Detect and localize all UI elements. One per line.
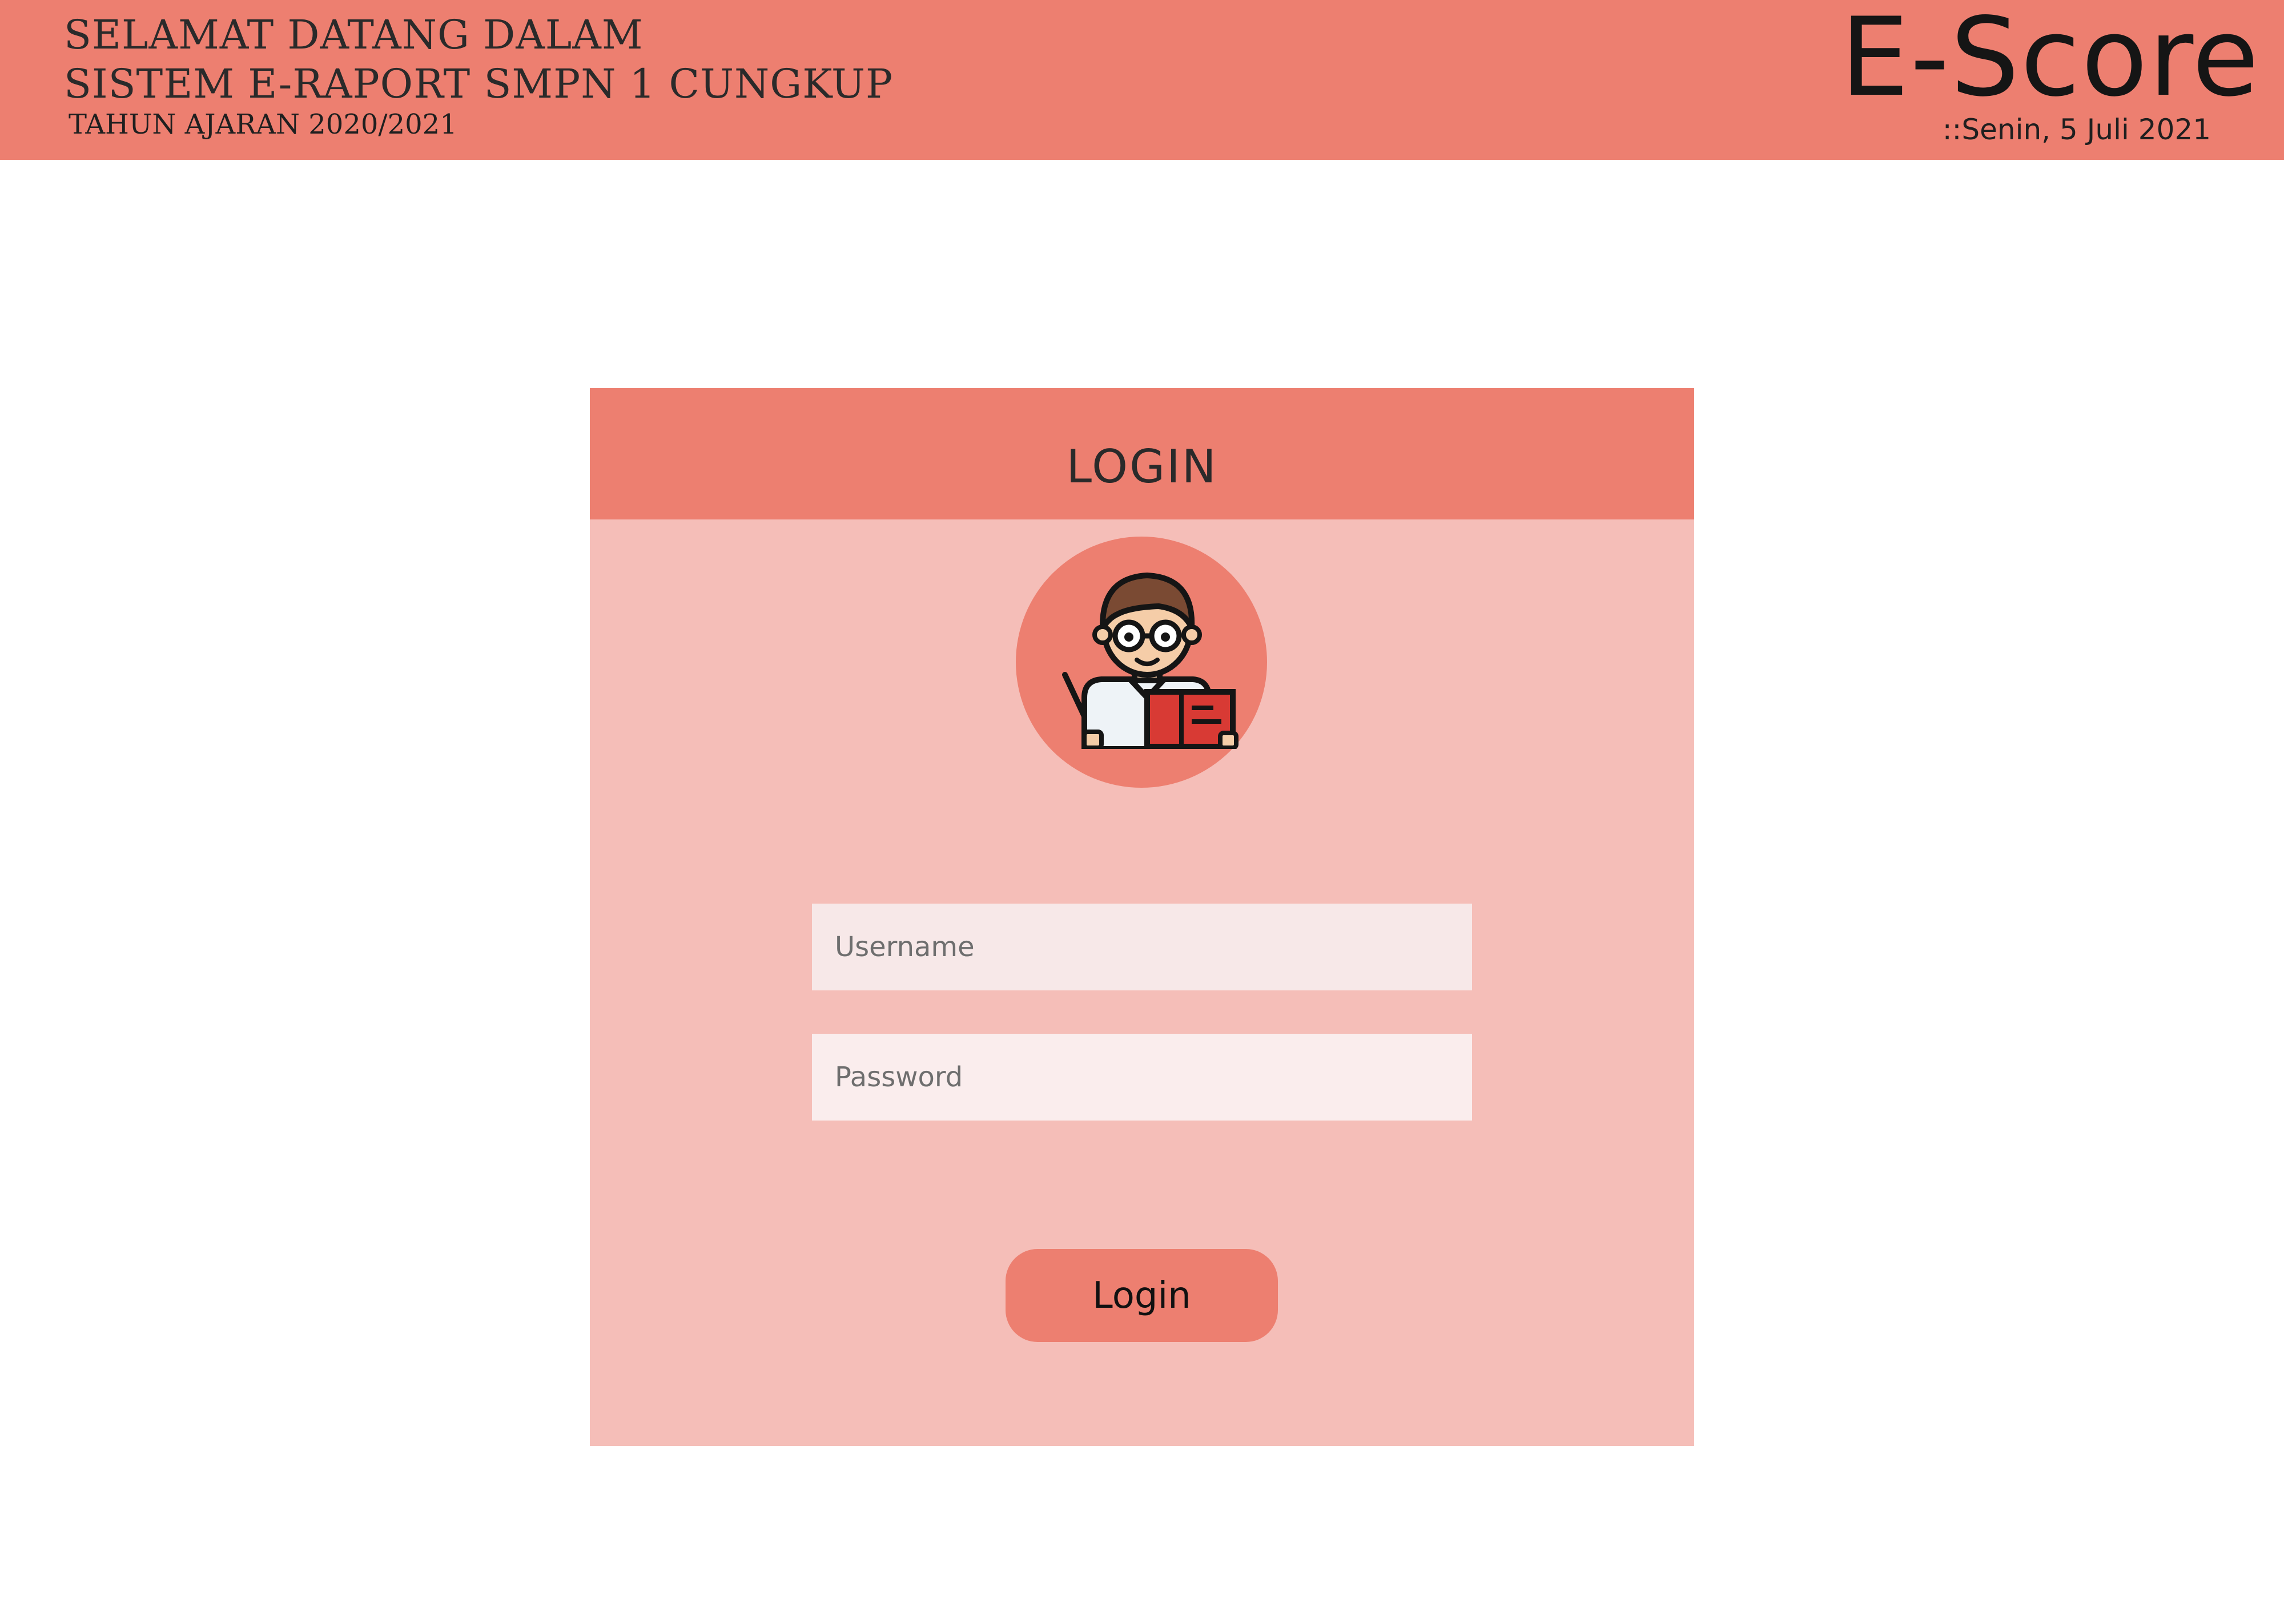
current-date: ::Senin, 5 Juli 2021 (1942, 113, 2211, 146)
login-button[interactable]: Login (1006, 1249, 1278, 1342)
password-input[interactable] (812, 1034, 1472, 1121)
welcome-heading-line-2: SISTEM E-RAPORT SMPN 1 CUNGKUP (64, 61, 894, 107)
username-input[interactable] (812, 904, 1472, 990)
login-title: LOGIN (1066, 440, 1218, 493)
top-header-bar: SELAMAT DATANG DALAM SISTEM E-RAPORT SMP… (0, 0, 2284, 160)
welcome-heading-line-1: SELAMAT DATANG DALAM (64, 11, 644, 58)
school-year-label: TAHUN AJARAN 2020/2021 (69, 108, 457, 140)
brand-logo-text: E-Score (1840, 0, 2260, 120)
avatar (1016, 537, 1267, 788)
login-card-header: LOGIN (590, 388, 1694, 519)
login-card: LOGIN Username Login (590, 388, 1694, 1446)
teacher-icon (1062, 573, 1238, 749)
